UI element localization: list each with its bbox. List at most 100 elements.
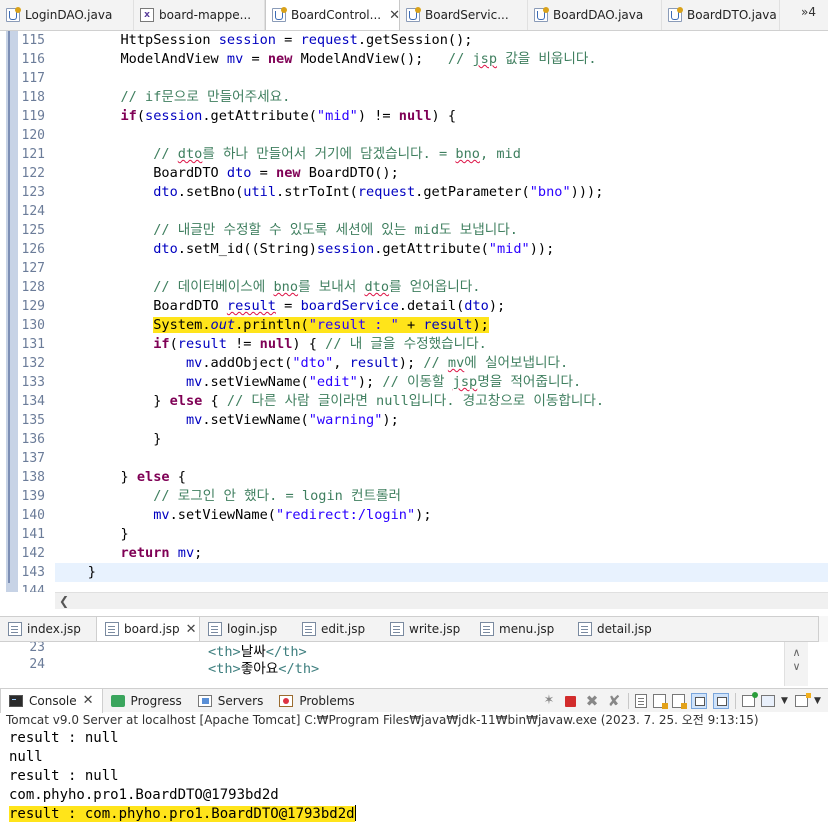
jsp-file-icon xyxy=(480,622,494,636)
tab-index-jsp[interactable]: index.jsp xyxy=(0,617,96,641)
code-line: // 로그인 안 했다. = login 컨트롤러 xyxy=(153,488,402,504)
tab-label: board-mappe... xyxy=(159,7,252,22)
tab-servers[interactable]: Servers xyxy=(190,689,272,713)
chevron-down-icon[interactable]: ▼ xyxy=(781,693,789,709)
jsp-file-icon xyxy=(105,622,119,636)
console-line: result : null xyxy=(9,730,119,746)
code-line: mv.setViewName("warning"); xyxy=(185,412,399,428)
tab-boardcontroller[interactable]: BoardControl... ✕ xyxy=(265,0,400,30)
console-output[interactable]: result : null null result : null com.phy… xyxy=(9,729,824,824)
code-line: mv.setViewName("redirect:/login"); xyxy=(153,507,432,523)
tab-boarddto[interactable]: BoardDTO.java xyxy=(662,0,780,30)
tab-progress[interactable]: Progress xyxy=(103,689,190,713)
jsp-file-icon xyxy=(390,622,404,636)
tab-label: menu.jsp xyxy=(499,622,555,636)
tab-boarddao[interactable]: BoardDAO.java xyxy=(528,0,662,30)
show-on-output-icon[interactable] xyxy=(691,693,707,709)
line-number: 140 xyxy=(21,508,45,523)
line-number: 115 xyxy=(21,33,45,48)
scroll-down-arrow-icon[interactable]: ∨ xyxy=(785,660,808,674)
line-number: 120 xyxy=(21,128,45,143)
line-number: 23 xyxy=(29,642,45,655)
tab-write-jsp[interactable]: write.jsp xyxy=(382,617,472,641)
toolbar-separator xyxy=(735,693,736,709)
scroll-up-arrow-icon[interactable]: ∧ xyxy=(785,646,808,660)
change-ruler xyxy=(8,31,10,583)
tab-overflow-button[interactable]: »4 xyxy=(801,5,828,25)
java-file-icon xyxy=(668,6,683,22)
tab-label: BoardDTO.java xyxy=(687,7,777,22)
line-number: 137 xyxy=(21,451,45,466)
code-line: } xyxy=(120,526,129,542)
line-number: 132 xyxy=(21,356,45,371)
line-number: 142 xyxy=(21,546,45,561)
code-line: mv.setViewName("edit"); // 이동할 jsp명을 적어줍… xyxy=(185,374,582,390)
vertical-scrollbar[interactable]: ∧ ∨ xyxy=(784,642,808,686)
code-line: if(session.getAttribute("mid") != null) … xyxy=(120,108,457,124)
jsp-file-icon xyxy=(208,622,222,636)
pin-icon[interactable]: ✶ xyxy=(541,693,557,709)
scroll-left-arrow-icon[interactable]: ❮ xyxy=(59,594,69,608)
show-on-error-icon[interactable] xyxy=(713,693,729,709)
terminate-icon[interactable] xyxy=(565,695,576,707)
word-wrap-icon[interactable] xyxy=(672,694,687,709)
code-line: return mv; xyxy=(120,545,203,561)
tab-logindao[interactable]: LoginDAO.java xyxy=(0,0,134,30)
jsp-editor[interactable]: 23 <th>날싸</th> 24 <th>좋아요</th> xyxy=(0,642,828,686)
java-file-icon xyxy=(534,6,549,22)
tab-label: board.jsp xyxy=(124,622,180,636)
java-file-icon xyxy=(406,6,421,22)
line-number: 138 xyxy=(21,470,45,485)
tab-board-jsp[interactable]: board.jsp ✕ xyxy=(96,617,200,641)
line-number: 117 xyxy=(21,71,45,86)
tab-detail-jsp[interactable]: detail.jsp xyxy=(570,617,670,641)
line-number: 130 xyxy=(21,318,45,333)
remove-launch-icon[interactable]: ✖ xyxy=(584,693,600,709)
tab-label: Servers xyxy=(217,693,264,708)
close-icon[interactable]: ✕ xyxy=(83,693,94,708)
tab-menu-jsp[interactable]: menu.jsp xyxy=(472,617,570,641)
code-editor[interactable]: 115 116 117 118 119 120 121 122 123 124 … xyxy=(0,31,828,592)
chevron-down-icon[interactable]: ▼ xyxy=(814,693,822,709)
code-line: } xyxy=(153,431,162,447)
close-icon[interactable]: ✕ xyxy=(389,8,400,23)
code-line: dto.setM_id((String)session.getAttribute… xyxy=(153,241,555,257)
scroll-lock-icon[interactable] xyxy=(653,694,668,709)
jsp-code-line: <th>좋아요</th> xyxy=(208,661,320,677)
jsp-file-icon xyxy=(578,622,592,636)
code-line: BoardDTO dto = new BoardDTO(); xyxy=(153,165,399,181)
line-number: 143 xyxy=(21,565,45,580)
tab-boardservice[interactable]: BoardServic... xyxy=(400,0,528,30)
console-toolbar: ✶ ✖ ✘ ▼ ▼ xyxy=(541,692,822,710)
code-area[interactable]: HttpSession session = request.getSession… xyxy=(55,31,828,592)
yellow-highlight: result : com.phyho.pro1.BoardDTO@1793bd2… xyxy=(9,806,355,822)
code-line: // 데이터베이스에 bno를 보내서 dto를 얻어옵니다. xyxy=(153,279,481,295)
xml-file-icon: x xyxy=(140,7,154,22)
line-number: 141 xyxy=(21,527,45,542)
tab-label: edit.jsp xyxy=(321,622,366,636)
pin-console-icon[interactable] xyxy=(742,692,758,707)
line-number-gutter: 115 116 117 118 119 120 121 122 123 124 … xyxy=(18,31,48,592)
line-number: 122 xyxy=(21,166,45,181)
line-number: 24 xyxy=(29,657,45,672)
tab-problems[interactable]: Problems xyxy=(271,689,362,713)
console-line: null xyxy=(9,749,43,765)
code-line: // dto를 하나 만들어서 거기에 담겠습니다. = bno, mid xyxy=(153,146,521,162)
tab-edit-jsp[interactable]: edit.jsp xyxy=(294,617,382,641)
tab-login-jsp[interactable]: login.jsp xyxy=(200,617,294,641)
remove-all-icon[interactable]: ✘ xyxy=(606,693,622,709)
tab-label: write.jsp xyxy=(409,622,461,636)
clear-console-icon[interactable] xyxy=(635,694,647,708)
line-number: 128 xyxy=(21,280,45,295)
horizontal-scrollbar[interactable]: ❮ xyxy=(55,592,828,609)
open-console-icon[interactable] xyxy=(795,693,811,707)
code-line: dto.setBno(util.strToInt(request.getPara… xyxy=(153,184,604,200)
yellow-highlight: System.out.println("result : " + result)… xyxy=(153,317,489,333)
close-icon[interactable]: ✕ xyxy=(186,622,197,637)
tab-console[interactable]: Console ✕ xyxy=(0,688,103,713)
tab-board-mapper[interactable]: x board-mappe... xyxy=(134,0,265,30)
display-console-icon[interactable] xyxy=(761,695,775,707)
